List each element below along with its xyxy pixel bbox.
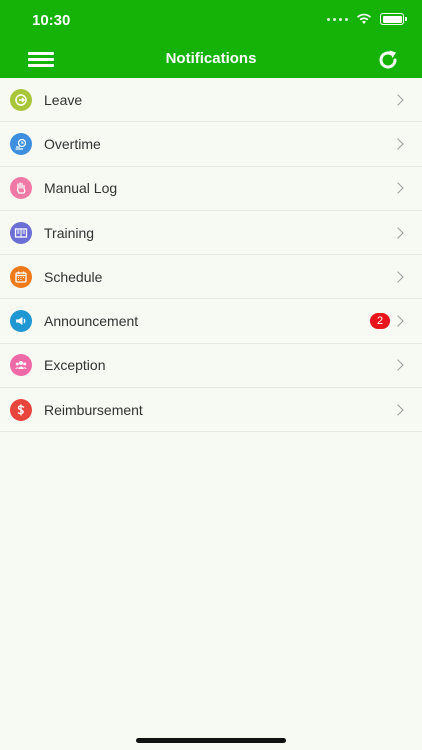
dollar-icon — [10, 398, 32, 421]
exit-icon — [10, 88, 32, 111]
list-item-label: Reimbursement — [44, 401, 143, 418]
header: 10:30 Notifications — [0, 0, 422, 78]
chevron-right-icon — [392, 226, 404, 239]
megaphone-icon — [10, 310, 32, 333]
chevron-right-icon — [392, 271, 404, 283]
refresh-button[interactable] — [376, 48, 400, 72]
list-item-label: Manual Log — [44, 180, 118, 197]
overtime-icon — [10, 132, 32, 155]
list-item-exception[interactable]: Exception — [0, 344, 422, 389]
chevron-right-icon — [392, 182, 404, 194]
list-item-label: Training — [44, 224, 95, 241]
nav-bar: Notifications — [0, 40, 422, 78]
users-icon — [10, 354, 32, 377]
status-time: 10:30 — [32, 12, 71, 29]
list-item-reimbursement[interactable]: Reimbursement — [0, 388, 422, 433]
chevron-right-icon — [392, 359, 404, 372]
list-item-label: Exception — [44, 357, 106, 374]
list-item-overtime[interactable]: Overtime — [0, 122, 422, 167]
signal-icon — [327, 17, 348, 21]
list-item-training[interactable]: Training — [0, 211, 422, 256]
chevron-right-icon — [392, 93, 404, 106]
refresh-icon — [379, 50, 397, 69]
notification-list: Leave Overtime Manual Log Training Sched… — [0, 78, 422, 433]
chevron-right-icon — [392, 138, 404, 150]
wifi-icon — [357, 13, 371, 24]
list-item-label: Announcement — [44, 313, 139, 330]
list-item-manual-log[interactable]: Manual Log — [0, 167, 422, 211]
calendar-icon — [10, 265, 32, 288]
status-icons — [327, 13, 407, 25]
list-item-label: Overtime — [44, 135, 101, 152]
list-item-label: Schedule — [44, 268, 103, 285]
chevron-right-icon — [392, 315, 404, 327]
battery-icon — [380, 13, 407, 25]
home-indicator[interactable] — [136, 738, 286, 743]
chevron-right-icon — [392, 404, 404, 416]
list-item-label: Leave — [44, 91, 83, 108]
status-bar: 10:30 — [0, 0, 422, 40]
list-item-leave[interactable]: Leave — [0, 78, 422, 123]
hand-icon — [10, 177, 32, 200]
list-item-announcement[interactable]: Announcement 2 — [0, 299, 422, 344]
unread-count-badge: 2 — [370, 313, 390, 330]
book-icon — [10, 221, 32, 244]
page-title: Notifications — [165, 50, 257, 67]
list-item-schedule[interactable]: Schedule — [0, 255, 422, 300]
